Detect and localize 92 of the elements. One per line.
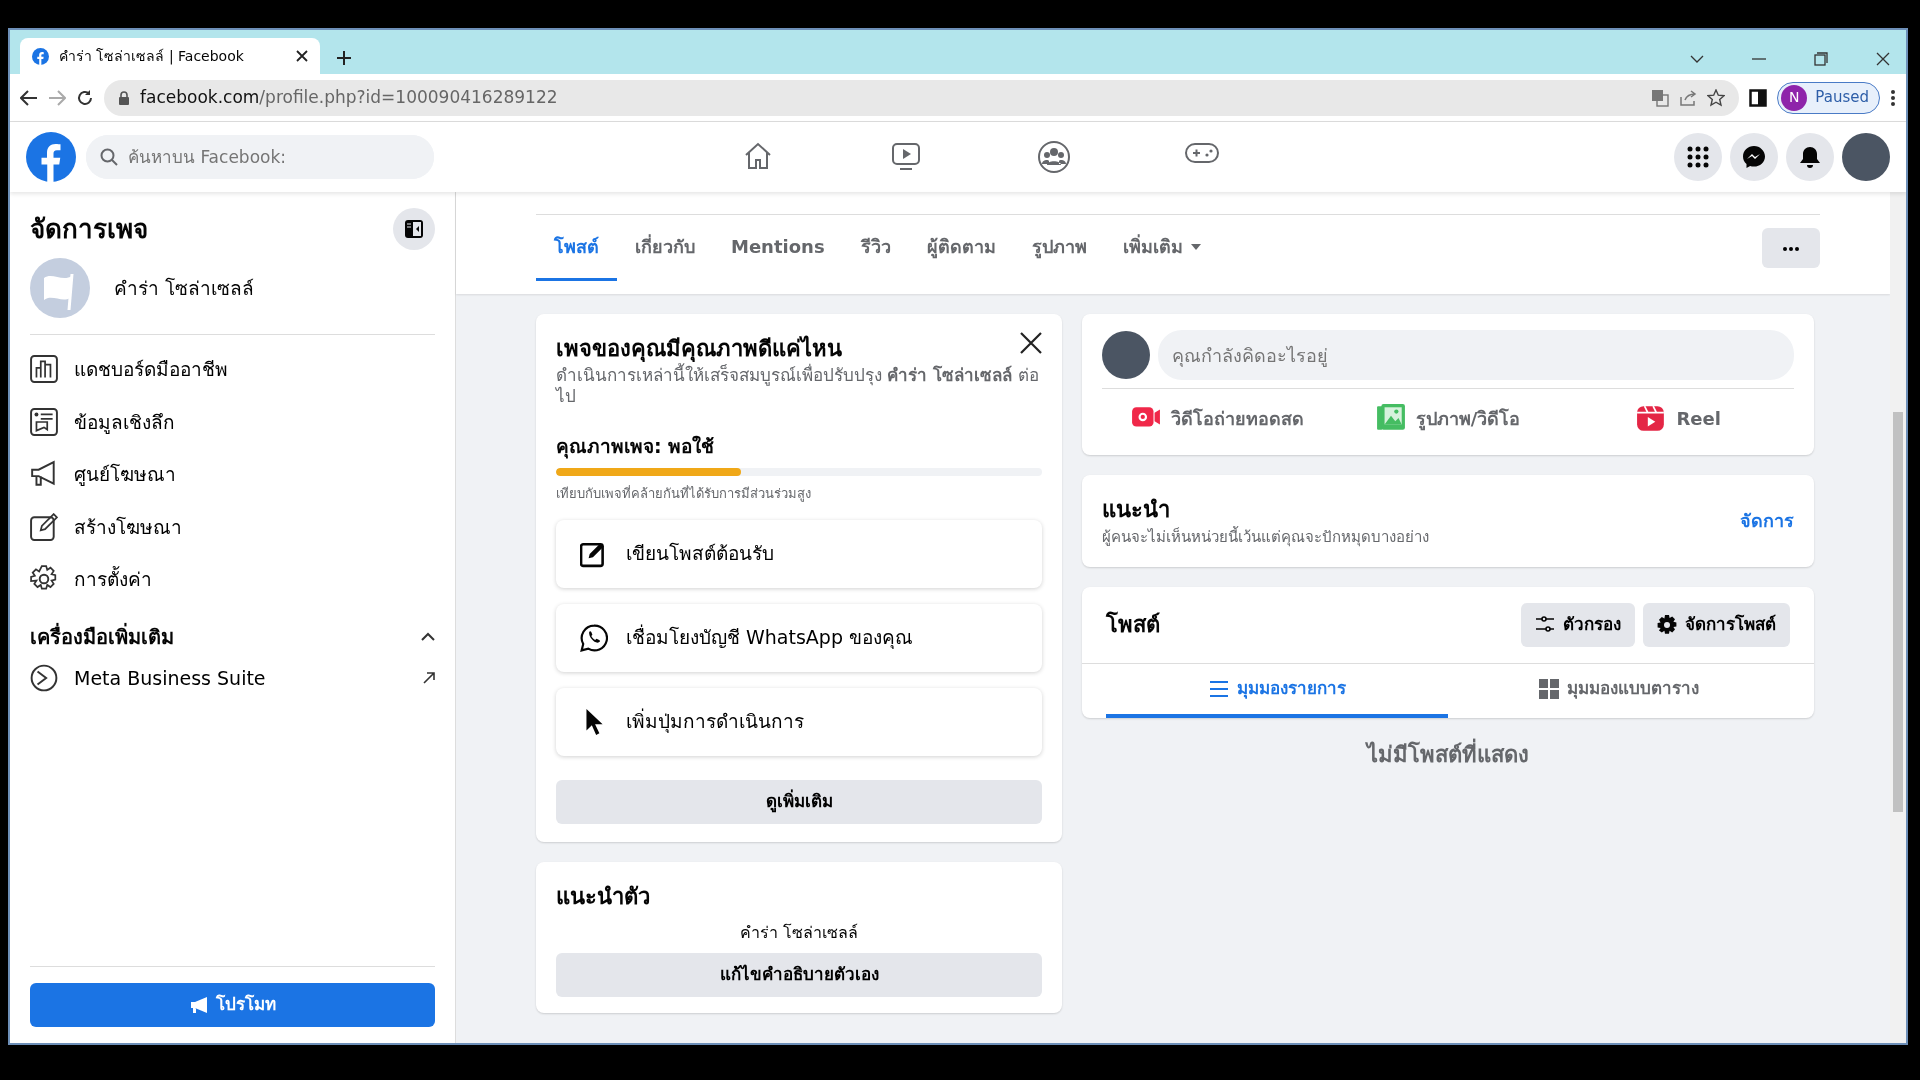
profile-button[interactable]: N Paused xyxy=(1777,81,1880,114)
share-icon[interactable] xyxy=(1679,88,1698,107)
composer-action[interactable]: Reel xyxy=(1563,393,1794,443)
profile-tab[interactable]: เกี่ยวกับ xyxy=(617,215,713,281)
star-icon[interactable] xyxy=(1707,88,1726,107)
grid-icon xyxy=(1539,678,1559,699)
megaphone-icon xyxy=(189,997,208,1013)
view-tab[interactable]: มุมมองแบบตาราง xyxy=(1448,663,1790,718)
post-composer-field[interactable]: คุณกำลังคิดอะไรอยู่ xyxy=(1158,330,1794,380)
sliders-icon xyxy=(1535,614,1555,635)
new-tab-icon[interactable] xyxy=(336,50,352,66)
posts-toolbar-button[interactable]: จัดการโพสต์ xyxy=(1643,602,1790,647)
sidebar-item[interactable]: ศูนย์โฆษณา xyxy=(30,448,435,501)
card-title: แนะนำตัว xyxy=(556,882,651,911)
facebook-logo-icon[interactable] xyxy=(26,132,76,182)
scrollbar[interactable] xyxy=(1890,192,1906,1043)
url-text: facebook.com/profile.php?id=100090416289122 xyxy=(140,85,558,109)
more-icon xyxy=(1783,246,1799,251)
quality-note: เทียบกับเพจที่คล้ายกันที่ได้รับการมีส่วนร่วมสูง xyxy=(556,484,812,504)
close-icon[interactable] xyxy=(1020,332,1042,354)
gamepad-icon[interactable] xyxy=(1184,140,1220,166)
profile-avatar[interactable] xyxy=(1842,133,1890,181)
profile-tab[interactable]: รีวิว xyxy=(842,215,909,281)
caret-icon xyxy=(1190,243,1201,250)
sidebar-title: จัดการเพจ xyxy=(30,212,148,246)
insights-icon xyxy=(30,407,58,436)
quality-label: คุณภาพเพจ: พอใช้ xyxy=(556,433,716,460)
sidebar-item[interactable]: ข้อมูลเชิงลึก xyxy=(30,395,435,448)
edit-bio-button[interactable]: แก้ไขคำอธิบายตัวเอง xyxy=(556,952,1042,997)
section-title: โพสต์ xyxy=(1106,610,1161,639)
section-subtitle: ผู้คนจะไม่เห็นหน่วยนี้เว้นแต่คุณจะปักหมุดบางอย่าง xyxy=(1102,526,1430,549)
composer-action[interactable]: วิดีโอถ่ายทอดสด xyxy=(1102,393,1333,443)
card-description: ดำเนินการเหล่านี้ให้เสร็จสมบูรณ์เพื่อปรับปรุง คำร่า โซล่าเซลล์ ต่อไป xyxy=(556,365,1040,408)
page-name[interactable]: คำร่า โซล่าเซลล์ xyxy=(114,273,255,303)
restore-icon[interactable] xyxy=(1814,52,1828,66)
posts-toolbar-button[interactable]: ตัวกรอง xyxy=(1521,602,1635,647)
list-icon xyxy=(1208,678,1229,699)
groups-icon[interactable] xyxy=(1037,140,1071,174)
chevron-icon[interactable] xyxy=(421,632,435,642)
external-link-icon xyxy=(423,671,435,684)
action-item[interactable]: เพิ่มปุ่มการดำเนินการ xyxy=(556,687,1042,756)
card-title: เพจของคุณมีคุณภาพดีแค่ไหน xyxy=(556,332,842,365)
action-item[interactable]: เขียนโพสต์ต้อนรับ xyxy=(556,519,1042,588)
see-more-button[interactable]: ดูเพิ่มเติม xyxy=(556,779,1042,824)
edit-icon xyxy=(30,512,58,541)
action-item[interactable]: เชื่อมโยงบัญชี WhatsApp ของคุณ xyxy=(556,603,1042,672)
messenger-icon xyxy=(1742,145,1766,169)
collapse-sidebar-button[interactable] xyxy=(393,208,435,250)
translate-icon[interactable] xyxy=(1651,88,1670,107)
whatsapp-icon xyxy=(580,623,608,652)
profile-tab[interactable]: โพสต์ xyxy=(536,215,617,281)
back-arrow-icon[interactable] xyxy=(20,89,38,106)
sidebar-item[interactable]: Meta Business Suite xyxy=(30,651,435,704)
photo-icon xyxy=(1375,403,1406,433)
sidebar-item[interactable]: สร้างโฆษณา xyxy=(30,500,435,553)
view-tab[interactable]: มุมมองรายการ xyxy=(1106,663,1448,718)
megaphone-icon xyxy=(30,460,58,489)
profile-tab[interactable]: Mentions xyxy=(713,215,843,281)
profile-tab[interactable]: รูปภาพ xyxy=(1013,215,1105,281)
notifications-button[interactable] xyxy=(1786,133,1834,181)
manage-link[interactable]: จัดการ xyxy=(1740,507,1794,535)
close-icon[interactable] xyxy=(1876,52,1890,66)
profile-tab[interactable]: ผู้ติดตาม xyxy=(908,215,1014,281)
bio-text: คำร่า โซล่าเซลล์ xyxy=(738,921,860,944)
meta-suite-icon xyxy=(30,663,58,692)
composer-action[interactable]: รูปภาพ/วิดีโอ xyxy=(1332,393,1564,443)
gear-icon xyxy=(1657,614,1677,635)
facebook-logo-icon xyxy=(32,47,49,65)
video-icon[interactable] xyxy=(890,140,922,172)
profile-tab[interactable]: เพิ่มเติม xyxy=(1104,215,1219,281)
section-title: เครื่องมือเพิ่มเติม xyxy=(30,622,174,651)
panel-collapse-icon xyxy=(404,219,424,239)
sidebar-item[interactable]: การตั้งค่า xyxy=(30,553,435,606)
messenger-button[interactable] xyxy=(1730,133,1778,181)
side-panel-icon[interactable] xyxy=(1749,88,1768,107)
close-icon[interactable] xyxy=(296,50,308,62)
promote-button[interactable]: โปรโมท xyxy=(30,983,435,1027)
chart-icon xyxy=(30,355,58,384)
apps-menu-button[interactable] xyxy=(1674,133,1722,181)
lock-icon xyxy=(118,90,130,105)
sidebar-item[interactable]: แดชบอร์ดมืออาชีพ xyxy=(30,343,435,396)
reload-icon[interactable] xyxy=(76,88,94,107)
bell-icon xyxy=(1799,145,1821,169)
tab-search-icon[interactable] xyxy=(1690,54,1704,64)
search-field[interactable]: ค้นหาบน Facebook: xyxy=(86,135,434,179)
reel-icon xyxy=(1636,403,1667,433)
empty-posts-message: ไม่มีโพสต์ที่แสดง xyxy=(1082,737,1814,771)
address-bar[interactable]: facebook.com/profile.php?id=100090416289122 xyxy=(104,79,1740,116)
grid-dots-icon xyxy=(1687,146,1709,168)
menu-icon[interactable] xyxy=(1890,88,1896,107)
section-title: แนะนำ xyxy=(1102,496,1171,524)
user-avatar xyxy=(1102,331,1150,379)
